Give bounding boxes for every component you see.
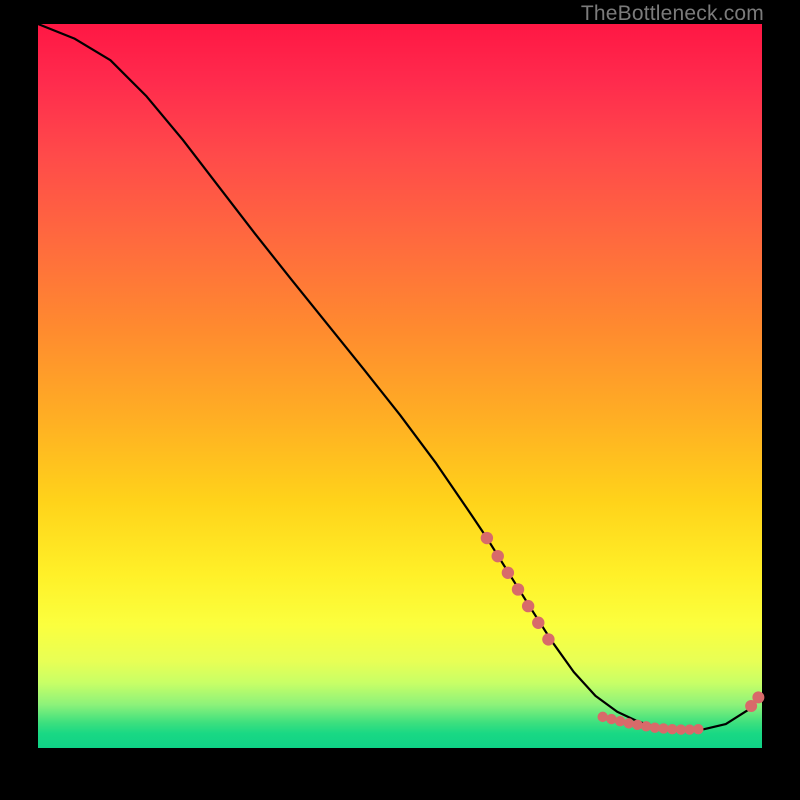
data-marker [522,600,534,612]
bottleneck-curve [38,24,762,730]
data-marker [606,714,616,724]
chart-stage: TheBottleneck.com [0,0,800,800]
data-marker [641,721,651,731]
data-marker [598,712,608,722]
data-marker [752,691,764,703]
data-marker [532,617,544,629]
curve-layer [38,24,762,730]
data-marker [492,550,504,562]
data-marker [693,724,703,734]
chart-svg [38,24,762,748]
data-marker [512,583,524,595]
data-marker [632,720,642,730]
data-marker [624,718,634,728]
watermark-text: TheBottleneck.com [581,2,764,26]
data-marker [542,633,554,645]
data-marker [615,716,625,726]
data-marker [502,567,514,579]
plot-area [38,24,762,748]
data-marker [481,532,493,544]
markers-layer [481,532,765,735]
